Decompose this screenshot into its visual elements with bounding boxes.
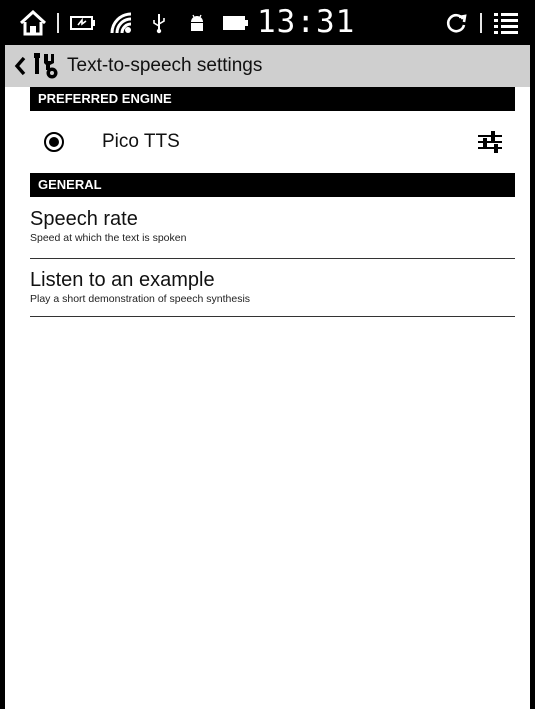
back-icon[interactable]: [9, 45, 31, 87]
engine-settings-icon[interactable]: [475, 127, 505, 157]
pref-summary: Speed at which the text is spoken: [30, 232, 187, 244]
pref-item-speech-rate[interactable]: Speech rate Speed at which the text is s…: [30, 198, 515, 259]
engine-item-pico-tts[interactable]: Pico TTS: [30, 114, 515, 170]
clock: 13:31: [257, 4, 356, 40]
home-icon[interactable]: [19, 9, 47, 37]
engine-label: Pico TTS: [102, 131, 180, 152]
engine-radio[interactable]: [44, 132, 64, 152]
screen-frame-left: [0, 0, 5, 709]
status-separator: [480, 12, 482, 33]
sync-icon[interactable]: [442, 9, 470, 37]
status-separator: [57, 12, 59, 33]
pref-item-listen-example[interactable]: Listen to an example Play a short demons…: [30, 259, 515, 317]
pref-summary: Play a short demonstration of speech syn…: [30, 293, 251, 305]
radio-selected-dot: [49, 137, 59, 147]
android-icon: [183, 9, 211, 37]
menu-icon[interactable]: [492, 9, 520, 37]
pref-title: Speech rate: [30, 208, 138, 230]
screen-frame-right: [530, 0, 535, 709]
usb-icon: [145, 9, 173, 37]
section-header-general: GENERAL: [30, 173, 515, 197]
section-header-preferred-engine: PREFERRED ENGINE: [30, 87, 515, 111]
page-title: Text-to-speech settings: [67, 55, 263, 76]
battery-icon: [69, 9, 97, 37]
battery-level-icon: [221, 9, 249, 37]
wifi-icon: [107, 9, 135, 37]
action-bar: Text-to-speech settings: [5, 45, 530, 87]
settings-app-icon[interactable]: [31, 45, 61, 87]
status-bar: 13:31: [5, 0, 530, 45]
pref-title: Listen to an example: [30, 269, 215, 291]
